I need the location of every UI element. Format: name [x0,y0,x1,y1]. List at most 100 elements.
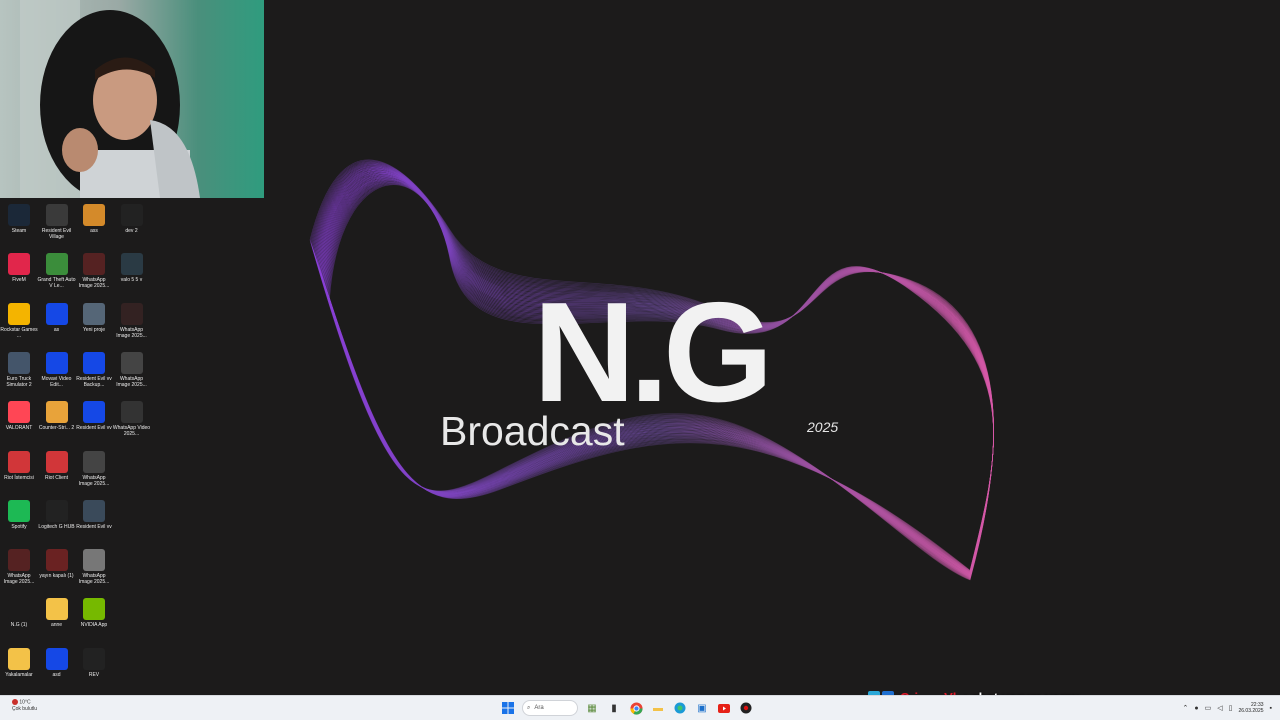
desktop-icon-label: ass [90,228,98,234]
desktop-icon[interactable]: asd [38,647,76,696]
desktop-icon[interactable]: valo 5 5 v [113,253,151,301]
nvidia-icon [83,598,105,621]
file-icon [83,351,105,374]
logitech-icon [45,499,68,522]
clock[interactable]: 22:33 26.03.2025 [1238,702,1263,714]
desktop-icon-label: yayın kapalı (1) [39,573,74,580]
rockstar-icon [8,302,30,325]
desktop-icon[interactable]: as [38,302,76,351]
desktop-icon[interactable]: Rockstar Games ... [0,302,38,351]
desktop-icon[interactable]: WhatsApp Image 2025... [75,450,113,499]
task-view-icon[interactable]: ▮ [606,700,622,716]
chrome-icon[interactable] [628,700,644,716]
youtube-icon[interactable] [716,700,732,716]
desktop-icon-label: as [53,326,60,333]
desktop-icon[interactable]: NVIDIA App [75,598,113,646]
desktop-icon[interactable]: Euro Truck Simulator 2 [0,351,38,400]
folder-icon [8,647,30,670]
desktop-icon[interactable]: REV [75,647,113,696]
desktop-icon[interactable]: anne [38,598,76,646]
image-icon [83,499,105,522]
desktop-icon-label: WhatsApp Image 2025... [78,277,110,290]
desktop-icon[interactable]: Resident Evil vv Backup... [75,351,113,400]
desktop-icon-label: valo 5 5 v [120,277,143,284]
desktop-icon[interactable]: WhatsApp Image 2025... [75,549,113,597]
chevron-up-icon[interactable]: ⌃ [1183,704,1189,712]
webcam-person-image [0,0,264,198]
desktop-icon[interactable]: Movavi Video Edit... [38,351,76,400]
image-icon [83,549,105,572]
desktop-icon[interactable]: N.G (1) [0,598,38,646]
taskbar-search[interactable]: ⌕ Ara [522,700,578,716]
desktop-icon[interactable]: Yeni proje [75,302,113,351]
desktop-icon[interactable]: Riot Client [38,450,76,499]
desktop-icon[interactable]: Spotify [0,499,38,548]
image-icon [120,401,143,424]
file-explorer-icon[interactable]: ▬ [650,700,666,716]
desktop-icon-label: Spotify [11,523,27,530]
desktop-icon[interactable]: Resident Evil vv [75,401,113,449]
desktop-icon[interactable]: Grand Theft Auto V Le... [38,253,76,301]
weather-widget[interactable]: 10°C Çok bulutlu [12,699,37,713]
store-icon[interactable]: ▣ [694,700,710,716]
desktop-icon-label: WhatsApp Video 2025... [112,425,151,438]
desktop-icon-label: WhatsApp Image 2025... [116,375,147,388]
weather-icon [12,699,18,705]
network-icon[interactable]: ▭ [1205,704,1212,712]
image-icon [83,302,105,325]
volume-icon[interactable]: ◁ [1217,704,1222,712]
microphone-icon[interactable]: ● [1194,705,1198,712]
desktop-icon-label: Steam [11,228,27,234]
desktop-icon[interactable]: Resident Evil Village [38,204,76,252]
desktop-icon-label: REV [88,671,100,678]
steam-icon [8,204,30,226]
desktop-icon[interactable]: Counter-Stri... 2 [38,401,76,449]
desktop-icon-label: FiveM [12,277,26,284]
spotify-icon [8,499,30,522]
desktop-icon-grid: Steam Resident Evil Village ass dev 2 FiveM G… [0,204,160,694]
desktop-icon[interactable]: WhatsApp Image 2025... [113,302,151,351]
image-icon [83,450,105,473]
desktop-icon-label: Yakalamalar [5,671,33,678]
desktop-icon[interactable]: yayın kapalı (1) [38,549,76,597]
desktop-icon[interactable]: Logitech G HUB [38,499,76,548]
file-icon [45,647,68,670]
desktop-icon[interactable]: WhatsApp Image 2025... [0,549,38,597]
brand-subtitle: Broadcast [440,408,625,454]
notification-icon[interactable]: ▪ [1270,705,1272,712]
taskbar: 10°C Çok bulutlu ⌕ Ara ▦ ▮ ▬ ▣ ⌃ ● ▭ ◁ ▯… [0,695,1280,720]
desktop-icon[interactable]: Riot İstemcisi [0,450,38,499]
start-button[interactable] [500,700,516,716]
obs-icon[interactable] [738,700,754,716]
desktop-icon[interactable]: Resident Evil vv [75,499,113,548]
desktop-icon[interactable]: WhatsApp Image 2025... [113,351,151,400]
taskbar-widget-icon[interactable]: ▦ [584,700,600,716]
system-tray: ⌃ ● ▭ ◁ ▯ 22:33 26.03.2025 ▪ [1183,699,1273,717]
obs-glyph [740,702,752,714]
desktop-icon-label: Rockstar Games ... [0,326,38,339]
desktop-icon[interactable]: Yakalamalar [0,647,38,696]
desktop-icon[interactable]: Steam [0,204,38,252]
edge-icon[interactable] [672,700,688,716]
image-icon [120,302,143,325]
riot-icon [8,450,30,473]
fivem-icon [8,253,30,276]
desktop-icon-label: asd [52,671,61,678]
battery-icon[interactable]: ▯ [1229,704,1233,712]
desktop-icon[interactable]: WhatsApp Image 2025... [75,253,113,301]
desktop-icon[interactable]: FiveM [0,253,38,301]
windows-icon [502,702,514,714]
desktop-icon[interactable]: VALORANT [0,401,38,449]
riot-icon [45,450,68,473]
folder-icon [45,598,68,621]
desktop-icon[interactable]: WhatsApp Video 2025... [113,401,151,449]
brand-year: 2025 [807,419,839,435]
search-placeholder: Ara [534,705,544,711]
desktop-icon[interactable]: dev 2 [113,204,151,252]
file-icon [45,302,68,325]
clock-date: 26.03.2025 [1238,708,1264,714]
desktop-icon[interactable]: ass [75,204,113,252]
weather-temp: 10°C [19,699,31,706]
desktop-icon-label: NVIDIA App [80,622,108,629]
desktop-icon-label: Logitech G HUB [38,523,75,530]
